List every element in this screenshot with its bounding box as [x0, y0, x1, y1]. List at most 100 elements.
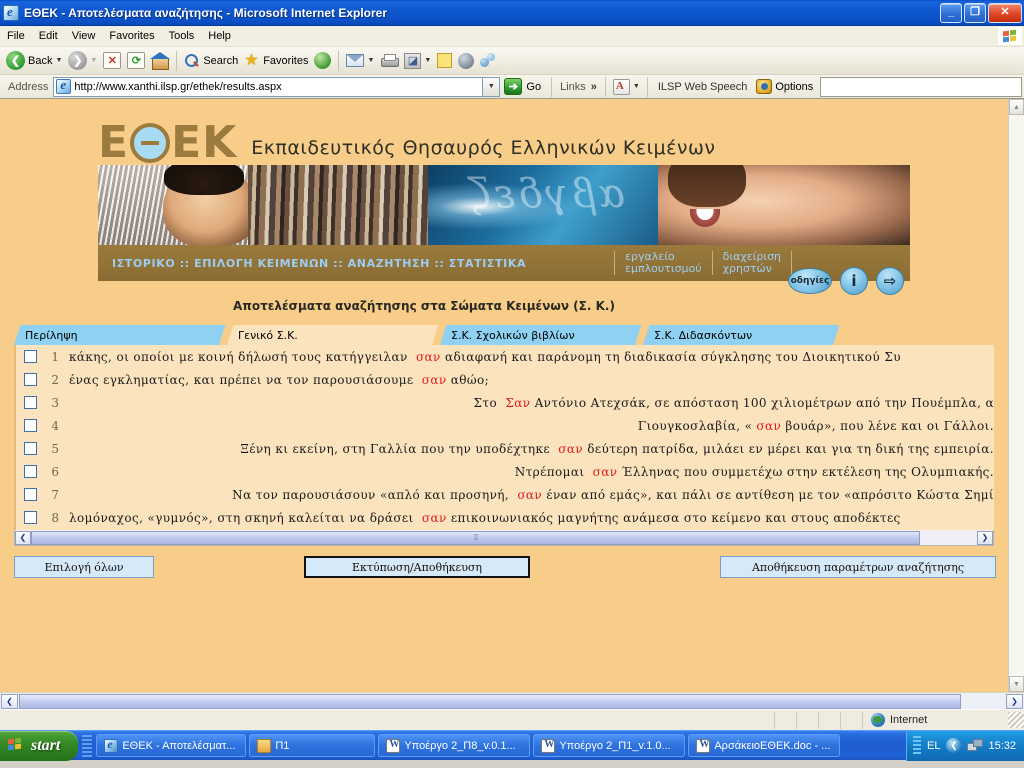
- tray-grip[interactable]: [913, 735, 921, 756]
- taskbar-item-ie[interactable]: ΕΘΕΚ - Αποτελέσματ...: [96, 734, 247, 757]
- print-save-button[interactable]: Εκτύπωση/Αποθήκευση: [304, 556, 530, 578]
- scroll-grip-icon: ⁞⁞⁞: [473, 533, 479, 542]
- home-button[interactable]: [148, 49, 172, 73]
- help-instructions-button[interactable]: οδηγίες: [788, 268, 832, 294]
- logout-button[interactable]: ⇨: [876, 267, 904, 295]
- taskbar-item-word-2[interactable]: Υποέργο 2_Π1_v.1.0...: [533, 734, 686, 757]
- page-horizontal-scrollbar[interactable]: ❮ ❯: [0, 692, 1024, 709]
- page-vertical-scrollbar[interactable]: ▲ ▼: [1008, 99, 1024, 692]
- table-row[interactable]: 8 λομόναχος, «γυμνός», στη σκηνή καλείτα…: [16, 506, 994, 529]
- row-checkbox[interactable]: [24, 396, 37, 409]
- back-button[interactable]: ❮ Back ▼: [3, 49, 65, 73]
- refresh-button[interactable]: ⟳: [124, 49, 148, 73]
- status-pane-4: [840, 711, 862, 729]
- select-all-button[interactable]: Επιλογή όλων: [14, 556, 154, 578]
- row-checkbox[interactable]: [24, 419, 37, 432]
- scroll-thumb[interactable]: ⁞⁞⁞: [31, 530, 921, 545]
- menu-item-file[interactable]: File: [0, 28, 32, 44]
- ilsp-web-speech-label[interactable]: ILSP Web Speech: [652, 81, 754, 93]
- page-scroll-left-button[interactable]: ❮: [1, 693, 18, 709]
- chevron-down-icon-pdf[interactable]: ▼: [633, 83, 640, 90]
- table-row[interactable]: 5 Ξένη κι εκείνη, στη Γαλλία που την υπο…: [16, 437, 994, 460]
- page-scroll-right-button[interactable]: ❯: [1006, 693, 1023, 709]
- edit-icon: ◪: [404, 52, 422, 69]
- menu-item-help[interactable]: Help: [201, 28, 238, 44]
- page-scroll-up-button[interactable]: ▲: [1009, 99, 1024, 115]
- row-checkbox[interactable]: [24, 350, 37, 363]
- menu-item-view[interactable]: View: [65, 28, 103, 44]
- table-row[interactable]: 6 Ντρέπομαι σαν Έλληνας που συμμετέχω στ…: [16, 460, 994, 483]
- close-button[interactable]: ✕: [988, 2, 1022, 23]
- taskbar-item-folder[interactable]: Π1: [249, 734, 376, 757]
- tab-teachers-corpus[interactable]: Σ.Κ. Διδασκόντων: [643, 325, 840, 345]
- results-horizontal-scrollbar[interactable]: ❮ ⁞⁞⁞ ❯: [14, 530, 994, 546]
- chevron-down-icon-forward[interactable]: ▼: [90, 57, 97, 64]
- address-input[interactable]: http://www.xanthi.ilsp.gr/ethek/results.…: [53, 76, 484, 97]
- menu-item-edit[interactable]: Edit: [32, 28, 65, 44]
- nav-main-links[interactable]: ΙΣΤΟΡΙΚΟ :: ΕΠΙΛΟΓΗ ΚΕΙΜΕΝΩΝ :: ΑΝΑΖΗΤΗΣ…: [98, 257, 526, 270]
- page-scroll-down-button[interactable]: ▼: [1009, 676, 1024, 692]
- scroll-right-button[interactable]: ❯: [977, 530, 993, 545]
- table-row[interactable]: 7 Να τον παρουσιάσουν «απλό και προσηνή,…: [16, 483, 994, 506]
- page-vertical-track[interactable]: [1009, 115, 1024, 676]
- print-button[interactable]: [377, 49, 401, 73]
- site-logo[interactable]: Ε Ε Κ Εκπαιδευτικός Θησαυρός Ελληνικών Κ…: [98, 111, 1008, 165]
- favorites-button[interactable]: ★ Favorites: [241, 49, 311, 73]
- save-search-params-button[interactable]: Αποθήκευση παραμέτρων αναζήτησης: [720, 556, 996, 578]
- row-checkbox[interactable]: [24, 465, 37, 478]
- options-button[interactable]: Options: [753, 75, 816, 99]
- chevron-down-icon-mail[interactable]: ▼: [367, 57, 374, 64]
- tab-schoolbooks-corpus[interactable]: Σ.Κ. Σχολικών βιβλίων: [440, 325, 642, 345]
- row-checkbox[interactable]: [24, 373, 37, 386]
- row-checkbox[interactable]: [24, 488, 37, 501]
- info-button[interactable]: i: [840, 267, 868, 295]
- nav-user-management[interactable]: διαχείριση χρηστών: [711, 251, 793, 275]
- security-zone[interactable]: Internet: [862, 711, 1008, 729]
- taskbar-item-word-1[interactable]: Υποέργο 2_Π8_v.0.1...: [378, 734, 531, 757]
- table-row[interactable]: 1 κάκης, οι οποίοι με κοινή δήλωσή τους …: [16, 345, 994, 368]
- maximize-button[interactable]: ❐: [964, 2, 986, 23]
- table-row[interactable]: 4 Γιουγκοσλαβία, «σαν βουάρ», που λένε κ…: [16, 414, 994, 437]
- chevron-down-icon[interactable]: ▼: [55, 57, 62, 64]
- page-horizontal-track[interactable]: [19, 693, 1005, 709]
- messenger-button[interactable]: [477, 49, 499, 73]
- tab-summary[interactable]: Περίληψη: [14, 325, 226, 345]
- tray-expand-icon[interactable]: ❮: [946, 738, 962, 753]
- row-checkbox[interactable]: [24, 511, 37, 524]
- search-button[interactable]: Search: [181, 49, 241, 73]
- taskbar-grip[interactable]: [82, 734, 93, 757]
- scroll-left-button[interactable]: ❮: [15, 530, 31, 545]
- nav-enrichment-tool[interactable]: εργαλείο εμπλουτισμού: [614, 251, 712, 275]
- mail-button[interactable]: ▼: [343, 49, 377, 73]
- start-button[interactable]: start: [0, 730, 79, 761]
- row-right-context: αδιαφανή και παράνομη τη διαδικασία σύγκ…: [440, 349, 901, 364]
- stop-button[interactable]: ✕: [100, 49, 124, 73]
- edit-button[interactable]: ◪ ▼: [401, 49, 434, 73]
- links-bar[interactable]: Links »: [556, 81, 601, 93]
- menu-item-favorites[interactable]: Favorites: [102, 28, 161, 44]
- taskbar-item-word-3[interactable]: ΑρσάκειοΕΘΕΚ.doc - ...: [688, 734, 841, 757]
- tab-general-corpus[interactable]: Γενικό Σ.Κ.: [227, 325, 439, 345]
- chevron-right-icon[interactable]: »: [591, 81, 597, 93]
- menu-item-tools[interactable]: Tools: [162, 28, 202, 44]
- discuss-button[interactable]: [455, 49, 477, 73]
- pdf-toolbar-button[interactable]: ▼: [610, 75, 643, 99]
- minimize-button[interactable]: _: [940, 2, 962, 23]
- address-dropdown-button[interactable]: ▼: [483, 76, 501, 97]
- go-button[interactable]: ➔ Go: [500, 78, 547, 95]
- page-horizontal-thumb[interactable]: [19, 693, 961, 709]
- resize-grip[interactable]: [1008, 712, 1024, 728]
- network-icon[interactable]: [967, 739, 984, 752]
- table-row[interactable]: 2 ένας εγκληματίας, και πρέπει να τον πα…: [16, 368, 994, 391]
- forward-button[interactable]: ❯ ▼: [65, 49, 100, 73]
- chevron-down-icon-edit[interactable]: ▼: [424, 57, 431, 64]
- table-row[interactable]: 3 Στο Σαν Αντόνιο Ατεχσάκ, σε απόσταση 1…: [16, 391, 994, 414]
- globe-icon: [458, 52, 475, 69]
- scroll-track[interactable]: ⁞⁞⁞: [31, 530, 977, 545]
- language-indicator[interactable]: EL: [927, 740, 940, 752]
- row-checkbox[interactable]: [24, 442, 37, 455]
- clock[interactable]: 15:32: [988, 740, 1016, 752]
- media-button[interactable]: [311, 49, 334, 73]
- notes-button[interactable]: [434, 49, 455, 73]
- options-label: Options: [775, 80, 814, 93]
